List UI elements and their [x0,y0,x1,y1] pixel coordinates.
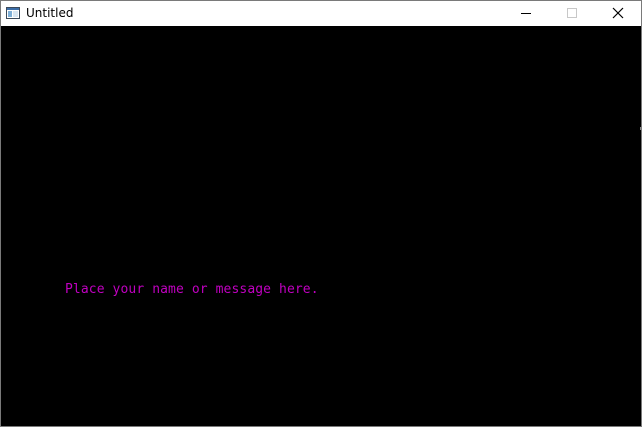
maximize-button[interactable] [549,1,595,26]
canvas-area[interactable]: Place your name or message here. [1,26,641,426]
minimize-icon [521,13,531,14]
minimize-button[interactable] [503,1,549,26]
title-bar[interactable]: Untitled [1,1,641,26]
window-edge-marker [640,127,641,130]
window-title: Untitled [26,6,74,20]
maximize-icon [567,8,577,18]
app-window-icon [6,7,20,19]
message-text: Place your name or message here. [65,282,319,297]
app-window: Untitled Place your name or message here… [0,0,642,427]
close-icon [612,7,624,19]
close-button[interactable] [595,1,641,26]
